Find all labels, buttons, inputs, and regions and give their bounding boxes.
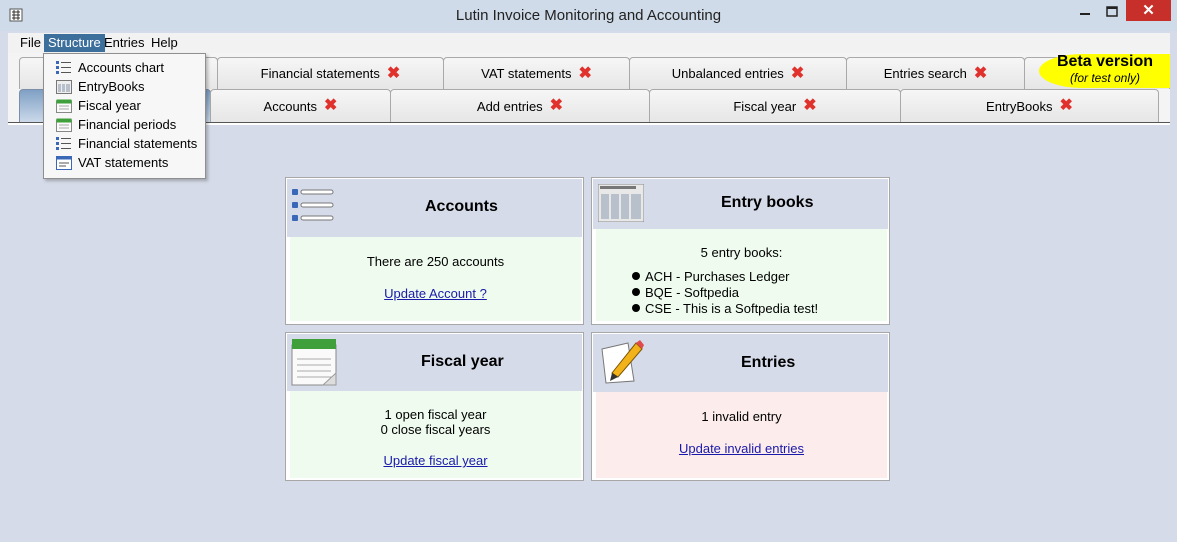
card-body: 5 entry books: ACH - Purchases Ledger BQ… [596, 229, 887, 321]
closed-fiscal-years: 0 close fiscal years [380, 422, 491, 437]
book-icon [598, 184, 644, 222]
calendar-icon [56, 118, 72, 132]
card-title: Fiscal year [421, 353, 504, 370]
menu-item-label: Fiscal year [78, 98, 141, 113]
app-window: Lutin Invoice Monitoring and Accounting … [0, 0, 1177, 542]
title-bar: Lutin Invoice Monitoring and Accounting … [0, 0, 1177, 31]
book-icon [56, 79, 72, 94]
minimize-icon [1080, 13, 1090, 15]
close-tab-icon[interactable]: ✖ [974, 65, 987, 81]
tab-label: VAT statements [481, 66, 572, 81]
card-title: Entry books [721, 194, 814, 211]
tab-fiscal-year[interactable]: Fiscal year ✖ [649, 89, 901, 122]
tab-label: Accounts [263, 98, 318, 114]
accounts-card: Accounts There are 250 accounts Update A… [285, 177, 584, 325]
card-title: Accounts [425, 198, 498, 215]
beta-title: Beta version [1056, 53, 1154, 70]
entries-card: Entries 1 invalid entry Update invalid e… [591, 332, 890, 481]
close-tab-icon[interactable]: ✖ [550, 98, 563, 114]
tab-label: Add entries [476, 98, 543, 114]
list-item: ACH - Purchases Ledger [632, 268, 887, 284]
list-item: BQE - Softpedia [632, 284, 887, 300]
entry-books-card: Entry books 5 entry books: ACH - Purchas… [591, 177, 890, 325]
tab-label: EntryBooks [986, 98, 1053, 114]
menu-bar: File Structure Entries Help [8, 33, 1170, 53]
close-tab-icon[interactable]: ✖ [803, 98, 816, 114]
list-icon [56, 136, 71, 150]
close-tab-icon[interactable]: ✖ [1060, 98, 1073, 114]
form-icon [56, 155, 72, 170]
close-tab-icon[interactable]: ✖ [387, 65, 400, 81]
tab-label: Entries search [883, 66, 967, 81]
menu-item-entrybooks[interactable]: EntryBooks [44, 77, 205, 96]
tab-unbalanced-entries[interactable]: Unbalanced entries ✖ [629, 57, 847, 89]
list-icon [56, 60, 71, 74]
menu-item-label: VAT statements [78, 155, 169, 170]
tab-accounts[interactable]: Accounts ✖ [210, 89, 391, 122]
menu-item-label: Financial periods [78, 117, 177, 132]
minimize-button[interactable] [1071, 6, 1099, 27]
tab-label: Fiscal year [733, 98, 797, 114]
tab-entries-search[interactable]: Entries search ✖ [846, 57, 1025, 89]
close-tab-icon[interactable]: ✖ [578, 65, 591, 81]
menu-item-financial-statements[interactable]: Financial statements [44, 134, 205, 153]
tab-entrybooks[interactable]: EntryBooks ✖ [900, 89, 1159, 122]
accounts-count: There are 250 accounts [366, 254, 505, 269]
structure-menu: Accounts chart EntryBooks Fiscal year Fi… [43, 53, 206, 179]
beta-subtitle: (for test only) [1069, 71, 1141, 85]
tab-label: Unbalanced entries [671, 66, 784, 81]
menu-item-vat-statements[interactable]: VAT statements [44, 153, 205, 172]
menu-item-accounts-chart[interactable]: Accounts chart [44, 58, 205, 77]
pencil-icon [601, 340, 644, 384]
menu-entries[interactable]: Entries [100, 34, 148, 52]
menu-help[interactable]: Help [147, 34, 182, 52]
close-tab-icon[interactable]: ✖ [791, 65, 804, 81]
menu-item-label: Financial statements [78, 136, 198, 151]
list-item: CSE - This is a Softpedia test! [632, 300, 887, 316]
close-button[interactable]: ✕ [1126, 0, 1171, 21]
tab-financial-statements[interactable]: Financial statements ✖ [217, 57, 444, 89]
tab-label: Financial statements [260, 66, 380, 81]
tab-add-entries[interactable]: Add entries ✖ [390, 89, 650, 122]
menu-item-label: Accounts chart [78, 60, 164, 75]
card-body: 1 invalid entry Update invalid entries [596, 392, 887, 478]
menu-structure[interactable]: Structure [44, 34, 105, 52]
tab-vat-statements[interactable]: VAT statements ✖ [443, 57, 630, 89]
list-icon [292, 189, 334, 221]
card-body: 1 open fiscal year 0 close fiscal years … [290, 391, 581, 478]
update-fiscal-year-link[interactable]: Update fiscal year [383, 453, 487, 468]
card-title: Entries [741, 354, 796, 371]
maximize-button[interactable] [1098, 2, 1126, 23]
calendar-icon [56, 99, 72, 113]
menu-item-financial-periods[interactable]: Financial periods [44, 115, 205, 134]
window-title: Lutin Invoice Monitoring and Accounting [455, 7, 722, 24]
invalid-entries-count: 1 invalid entry [701, 409, 782, 424]
entry-books-count: 5 entry books: [700, 245, 783, 260]
open-fiscal-years: 1 open fiscal year [384, 407, 487, 422]
update-account-link[interactable]: Update Account ? [384, 286, 487, 301]
calendar-icon [291, 339, 337, 386]
maximize-icon [1106, 6, 1118, 17]
fiscal-year-card: Fiscal year 1 open fiscal year 0 close f… [285, 332, 584, 481]
close-tab-icon[interactable]: ✖ [324, 98, 337, 114]
update-invalid-entries-link[interactable]: Update invalid entries [679, 441, 804, 456]
menu-file[interactable]: File [16, 34, 45, 52]
menu-item-fiscal-year[interactable]: Fiscal year [44, 96, 205, 115]
menu-item-label: EntryBooks [78, 79, 145, 94]
card-body: There are 250 accounts Update Account ? [290, 237, 581, 321]
